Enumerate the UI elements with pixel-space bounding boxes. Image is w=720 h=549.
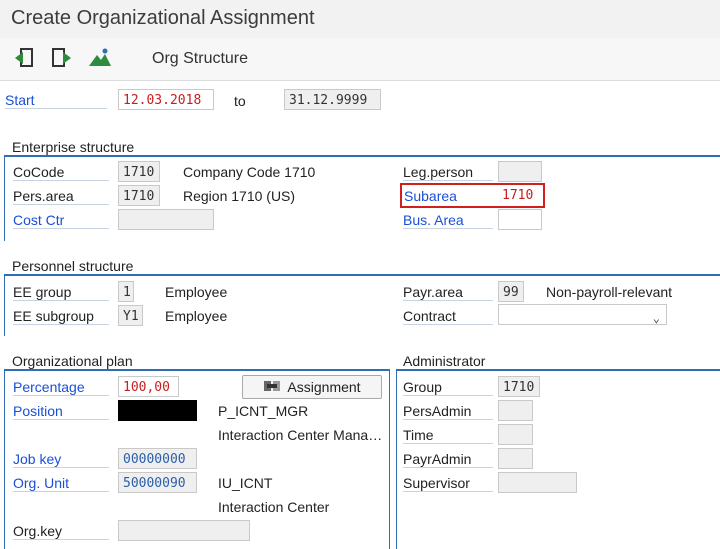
start-date-field[interactable]: 12.03.2018 <box>118 89 214 110</box>
eesubgroup-text: Employee <box>165 308 228 324</box>
cocode-field[interactable]: 1710 <box>118 161 160 182</box>
orgkey-field[interactable] <box>118 520 250 541</box>
costctr-field[interactable] <box>118 209 214 230</box>
payradmin-label: PayrAdmin <box>403 451 493 468</box>
legperson-label: Leg.person <box>403 164 493 181</box>
personnel-left-border <box>4 274 5 336</box>
mountain-icon[interactable] <box>88 46 112 70</box>
forward-icon[interactable] <box>50 46 74 70</box>
persadmin-label: PersAdmin <box>403 403 493 420</box>
persadmin-field[interactable] <box>498 400 533 421</box>
supervisor-label: Supervisor <box>403 475 493 492</box>
org-structure-button[interactable]: Org Structure <box>152 50 248 68</box>
orgunit-code: IU_ICNT <box>218 475 273 491</box>
back-icon[interactable] <box>12 46 36 70</box>
enterprise-left-border <box>4 155 5 241</box>
payrarea-text: Non-payroll-relevant <box>546 284 673 300</box>
eesubgroup-field[interactable]: Y1 <box>118 305 143 326</box>
position-label: Position <box>13 403 109 420</box>
costctr-label: Cost Ctr <box>13 212 109 229</box>
percentage-field[interactable]: 100,00 <box>118 376 179 397</box>
contract-label: Contract <box>403 308 493 325</box>
cocode-text: Company Code 1710 <box>183 164 316 180</box>
administrator-left-border <box>396 369 397 549</box>
personnel-structure-title: Personnel structure <box>12 258 134 274</box>
supervisor-field[interactable] <box>498 472 577 493</box>
jobkey-field[interactable]: 00000000 <box>118 448 197 469</box>
administrator-section-line <box>396 369 720 371</box>
personnel-section-line <box>4 274 720 276</box>
eegroup-label: EE group <box>13 284 109 301</box>
end-date-field[interactable]: 31.12.9999 <box>284 89 381 110</box>
enterprise-structure-title: Enterprise structure <box>12 139 135 155</box>
window-title: Create Organizational Assignment <box>11 7 315 29</box>
persarea-label: Pers.area <box>13 188 109 205</box>
orgunit-field[interactable]: 50000090 <box>118 472 197 493</box>
orgunit-text: Interaction Center <box>218 499 330 515</box>
eegroup-text: Employee <box>165 284 228 300</box>
persarea-field[interactable]: 1710 <box>118 185 160 206</box>
group-label: Group <box>403 379 493 396</box>
orgplan-right-border <box>389 369 390 549</box>
chevron-down-icon[interactable]: ⌄ <box>653 308 660 324</box>
assignment-button[interactable]: Assignment <box>242 375 382 399</box>
cocode-label: CoCode <box>13 164 109 181</box>
orgplan-left-border <box>4 369 5 549</box>
enterprise-section-line <box>4 155 720 157</box>
orgkey-label: Org.key <box>13 523 109 540</box>
start-label: Start <box>5 92 107 109</box>
jobkey-label: Job key <box>13 451 109 468</box>
payradmin-field[interactable] <box>498 448 533 469</box>
assignment-icon <box>263 378 281 397</box>
contract-dropdown[interactable]: ⌄ <box>498 304 667 325</box>
administrator-title: Administrator <box>403 353 486 369</box>
busarea-label: Bus. Area <box>403 212 493 229</box>
eesubgroup-label: EE subgroup <box>13 308 109 325</box>
legperson-field[interactable] <box>498 161 542 182</box>
time-field[interactable] <box>498 424 533 445</box>
persarea-text: Region 1710 (US) <box>183 188 296 204</box>
orgunit-label: Org. Unit <box>13 475 109 492</box>
group-field[interactable]: 1710 <box>498 376 540 397</box>
position-field[interactable] <box>118 400 197 421</box>
position-code: P_ICNT_MGR <box>218 403 309 419</box>
eegroup-field[interactable]: 1 <box>118 281 134 302</box>
position-text: Interaction Center Mana… <box>218 427 383 443</box>
time-label: Time <box>403 427 493 444</box>
orgplan-title: Organizational plan <box>12 353 133 369</box>
assignment-button-label: Assignment <box>287 379 361 395</box>
percentage-label: Percentage <box>13 379 109 396</box>
subarea-label: Subarea <box>404 188 457 204</box>
payrarea-label: Payr.area <box>403 284 493 301</box>
payrarea-field[interactable]: 99 <box>498 281 524 302</box>
orgplan-section-line <box>4 369 390 371</box>
to-label: to <box>234 93 246 109</box>
busarea-field[interactable] <box>498 209 542 230</box>
subarea-field[interactable]: 1710 <box>498 185 542 206</box>
